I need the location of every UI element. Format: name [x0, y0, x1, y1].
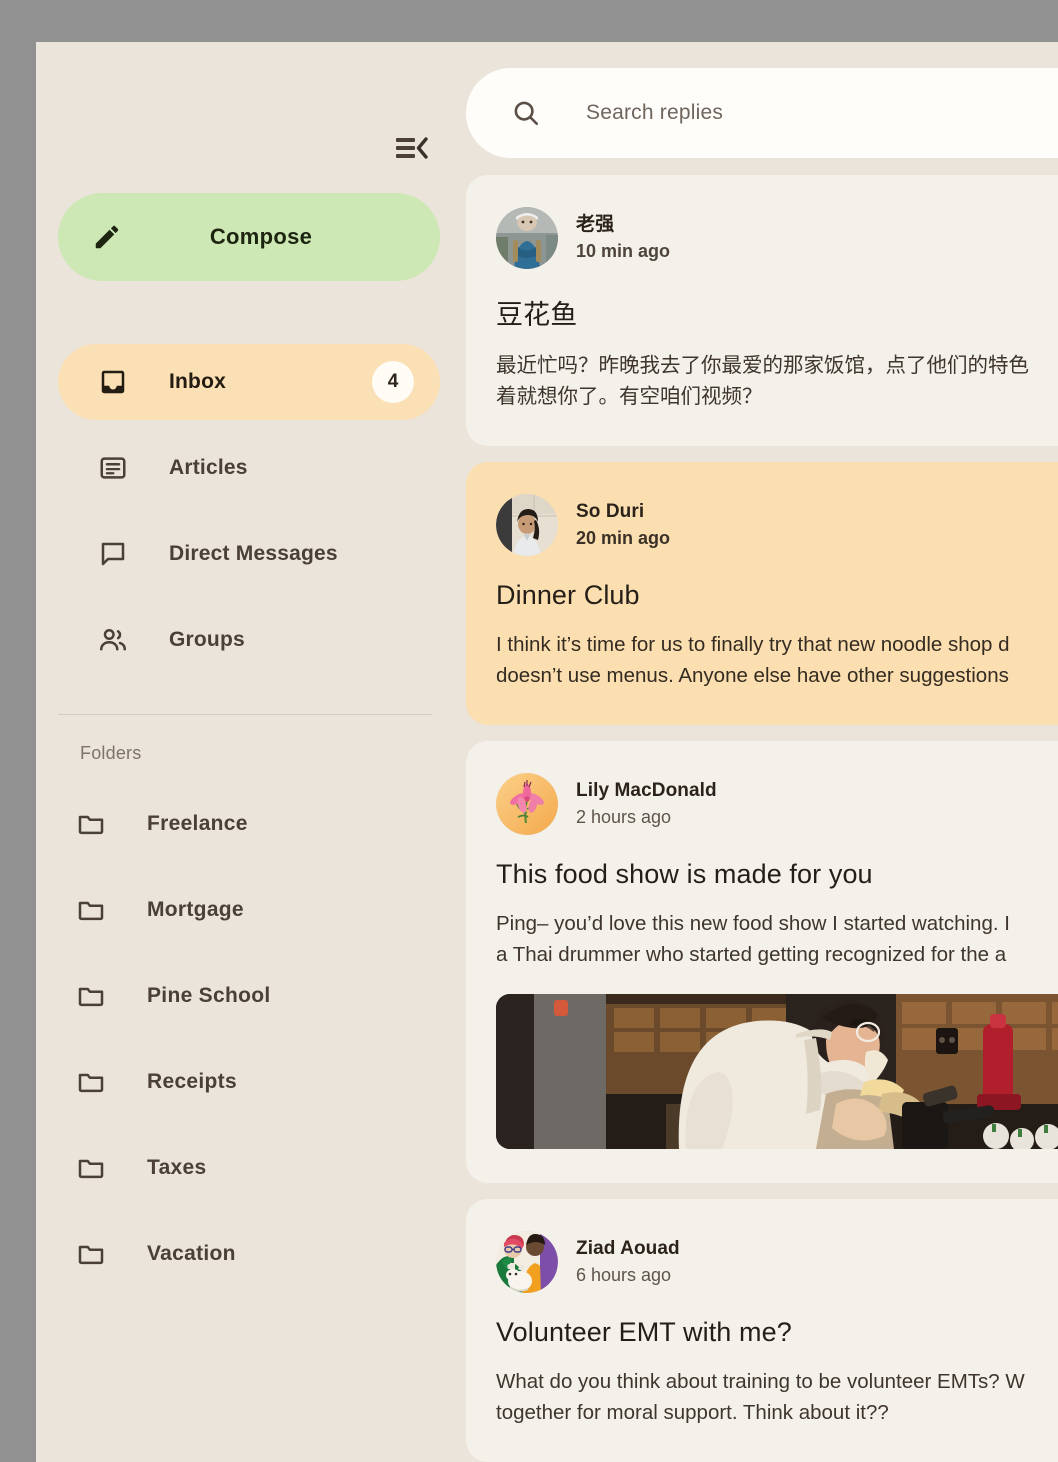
- navigation-sidebar: Compose Inbox 4 Articles Direct Messages…: [36, 42, 466, 1462]
- sidebar-item-label: Inbox: [169, 370, 226, 393]
- pencil-icon: [90, 220, 124, 254]
- folder-label: Taxes: [147, 1156, 207, 1179]
- email-card[interactable]: Lily MacDonald 2 hours ago This food sho…: [466, 741, 1058, 1183]
- sidebar-folder-receipts[interactable]: Receipts: [36, 1056, 466, 1108]
- article-icon: [96, 451, 130, 485]
- sidebar-divider: [58, 714, 432, 715]
- avatar: [496, 1231, 558, 1293]
- folder-icon: [74, 1065, 108, 1099]
- folder-label: Pine School: [147, 984, 271, 1007]
- sidebar-folder-mortgage[interactable]: Mortgage: [36, 884, 466, 936]
- people-icon: [96, 623, 130, 657]
- email-card-meta: Ziad Aouad 6 hours ago: [576, 1237, 680, 1286]
- email-card-list: 老强 10 min ago 豆花鱼 最近忙吗？昨晚我去了你最爱的那家饭馆，点了他…: [466, 175, 1058, 1462]
- sidebar-item-label: Groups: [169, 628, 245, 651]
- sidebar-header: [36, 115, 466, 181]
- folder-label: Receipts: [147, 1070, 237, 1093]
- sidebar-folder-vacation[interactable]: Vacation: [36, 1228, 466, 1280]
- sidebar-item-groups[interactable]: Groups: [58, 602, 440, 678]
- avatar: [496, 494, 558, 556]
- email-card-meta: So Duri 20 min ago: [576, 500, 670, 549]
- folder-label: Mortgage: [147, 898, 244, 921]
- sender-name: So Duri: [576, 501, 645, 523]
- folder-icon: [74, 1151, 108, 1185]
- compose-button[interactable]: Compose: [58, 193, 440, 281]
- search-bar[interactable]: Search replies: [466, 68, 1058, 158]
- sidebar-item-inbox[interactable]: Inbox 4: [58, 344, 440, 420]
- email-card-header: Ziad Aouad 6 hours ago: [496, 1231, 1058, 1293]
- folders-section-header: Folders: [80, 743, 142, 763]
- timestamp: 20 min ago: [576, 528, 671, 549]
- compose-button-label: Compose: [209, 224, 313, 249]
- timestamp: 6 hours ago: [576, 1265, 672, 1286]
- email-subject: 豆花鱼: [496, 300, 578, 330]
- email-list-pane: Search replies 老强 10 min ago 豆花鱼 最近忙吗？昨晚…: [466, 42, 1058, 1462]
- email-card-meta: Lily MacDonald 2 hours ago: [576, 779, 717, 828]
- sidebar-item-articles[interactable]: Articles: [58, 430, 440, 506]
- timestamp: 2 hours ago: [576, 807, 672, 828]
- sidebar-item-label: Direct Messages: [169, 542, 338, 565]
- sender-name: 老强: [576, 214, 615, 236]
- email-subject: Volunteer EMT with me?: [496, 1317, 792, 1347]
- email-card-meta: 老强 10 min ago: [576, 213, 670, 262]
- sidebar-item-label: Articles: [169, 456, 248, 479]
- email-card-header: So Duri 20 min ago: [496, 494, 1058, 556]
- search-icon: [510, 97, 542, 129]
- email-card-header: 老强 10 min ago: [496, 207, 1058, 269]
- email-subject: Dinner Club: [496, 580, 640, 610]
- folder-icon: [74, 979, 108, 1013]
- email-preview: Ping– you’d love this new food show I st…: [496, 912, 1010, 966]
- email-preview: I think it’s time for us to finally try …: [496, 633, 1010, 687]
- email-card[interactable]: Ziad Aouad 6 hours ago Volunteer EMT wit…: [466, 1199, 1058, 1462]
- chat-bubble-icon: [96, 537, 130, 571]
- folders-list: Freelance Mortgage Pine School Receipts …: [36, 798, 466, 1280]
- reply-app-window: Compose Inbox 4 Articles Direct Messages…: [36, 42, 1058, 1462]
- email-attachment-image[interactable]: [496, 994, 1058, 1149]
- folder-label: Freelance: [147, 812, 248, 835]
- sender-name: Ziad Aouad: [576, 1238, 680, 1260]
- sidebar-folder-pine-school[interactable]: Pine School: [36, 970, 466, 1022]
- search-input[interactable]: Search replies: [586, 101, 723, 125]
- email-card[interactable]: So Duri 20 min ago Dinner Club I think i…: [466, 462, 1058, 725]
- primary-nav-list: Inbox 4 Articles Direct Messages Groups: [36, 344, 466, 678]
- inbox-unread-badge: 4: [372, 361, 414, 403]
- inbox-icon: [96, 365, 130, 399]
- folder-label: Vacation: [147, 1242, 236, 1265]
- email-preview: 最近忙吗？昨晚我去了你最爱的那家饭馆，点了他们的特色 着就想你了。有空咱们视频？: [496, 354, 1029, 408]
- email-card[interactable]: 老强 10 min ago 豆花鱼 最近忙吗？昨晚我去了你最爱的那家饭馆，点了他…: [466, 175, 1058, 446]
- sender-name: Lily MacDonald: [576, 780, 717, 802]
- folder-icon: [74, 1237, 108, 1271]
- avatar: [496, 773, 558, 835]
- email-preview: What do you think about training to be v…: [496, 1370, 1025, 1424]
- sidebar-folder-taxes[interactable]: Taxes: [36, 1142, 466, 1194]
- menu-collapse-icon[interactable]: [394, 133, 430, 163]
- email-subject: This food show is made for you: [496, 859, 873, 889]
- avatar: [496, 207, 558, 269]
- folder-icon: [74, 893, 108, 927]
- sidebar-folder-freelance[interactable]: Freelance: [36, 798, 466, 850]
- email-card-header: Lily MacDonald 2 hours ago: [496, 773, 1058, 835]
- timestamp: 10 min ago: [576, 241, 671, 262]
- sidebar-item-direct-messages[interactable]: Direct Messages: [58, 516, 440, 592]
- folder-icon: [74, 807, 108, 841]
